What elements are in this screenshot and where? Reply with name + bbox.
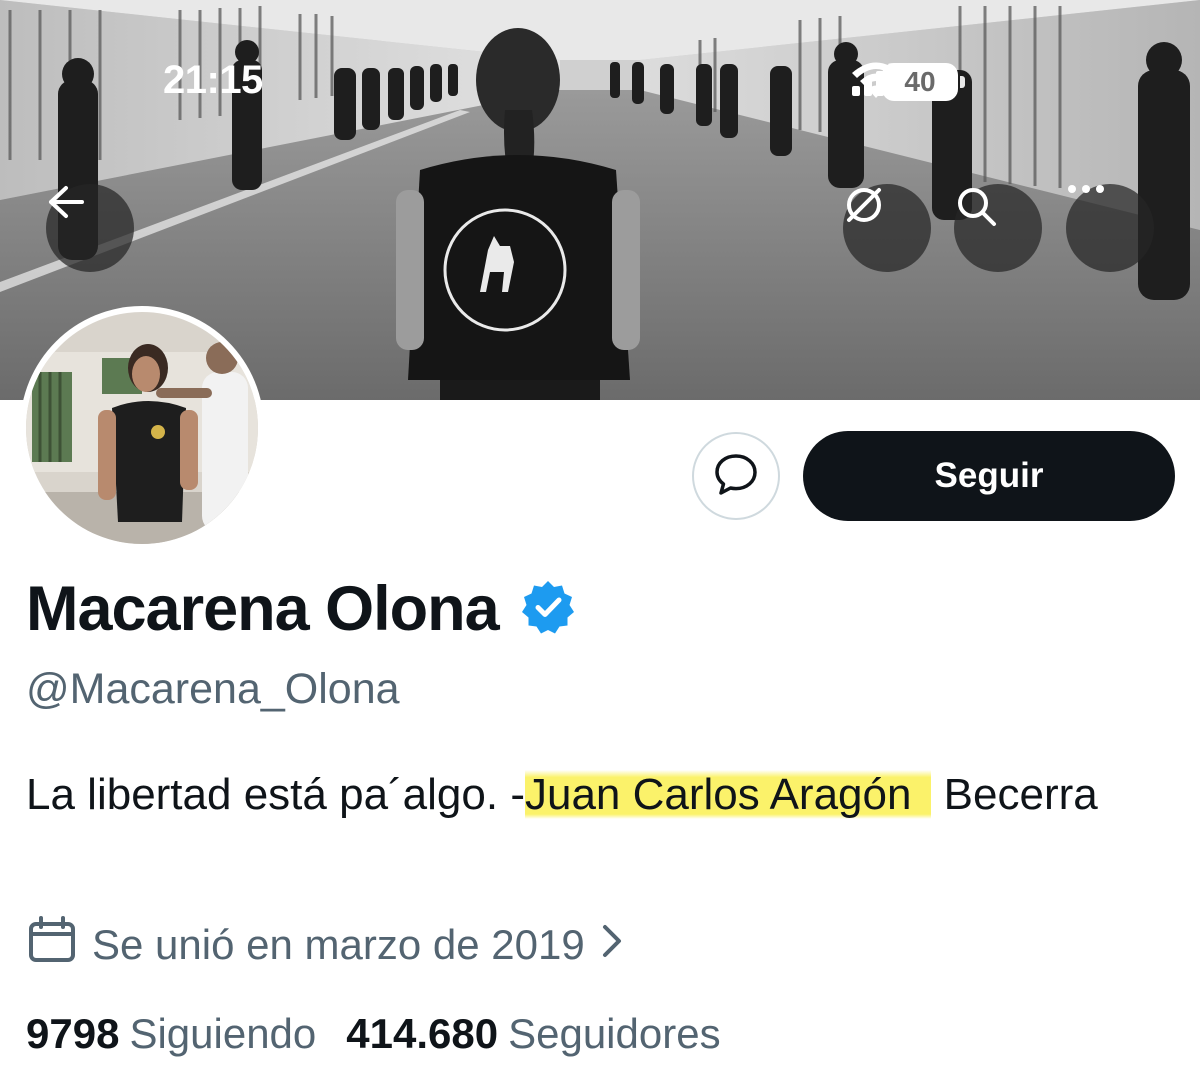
chevron-right-icon [599,921,625,969]
profile-handle: @Macarena_Olona [26,665,400,713]
profile-avatar[interactable] [20,306,264,550]
profile-stats: 9798 Siguiendo 414.680 Seguidores [26,1010,721,1058]
verified-badge-icon[interactable] [519,578,577,641]
joined-date-row[interactable]: Se unió en marzo de 2019 [26,916,625,974]
profile-name-row: Macarena Olona [26,578,577,641]
status-icons: 40 [850,62,965,102]
translate-off-button[interactable] [843,184,931,272]
following-count: 9798 [26,1010,120,1057]
back-button[interactable] [46,184,134,272]
bio-text: La libertad está pa´algo. - [26,770,525,819]
search-button[interactable] [954,184,1042,272]
avatar-photo [26,312,258,544]
bio-text-end: Becerra [931,770,1098,819]
profile-bio: La libertad está pa´algo. -Juan Carlos A… [26,761,1176,829]
battery-level: 40 [904,66,936,97]
followers-link[interactable]: 414.680 Seguidores [346,1010,720,1058]
calendar-icon [26,916,78,974]
followers-label: Seguidores [508,1010,721,1057]
followers-count: 414.680 [346,1010,499,1057]
following-link[interactable]: 9798 Siguiendo [26,1010,316,1058]
display-name: Macarena Olona [26,574,500,644]
chat-bubble-icon [713,451,759,502]
battery-indicator: 40 [882,63,965,101]
following-label: Siguiendo [129,1010,317,1057]
bio-highlighted-text: Juan Carlos Aragón [524,770,932,819]
follow-button[interactable]: Seguir [803,431,1175,521]
message-button[interactable] [692,432,780,520]
status-time: 21:15 [163,58,263,102]
more-options-button[interactable] [1066,184,1154,272]
joined-date: Se unió en marzo de 2019 [92,921,585,968]
